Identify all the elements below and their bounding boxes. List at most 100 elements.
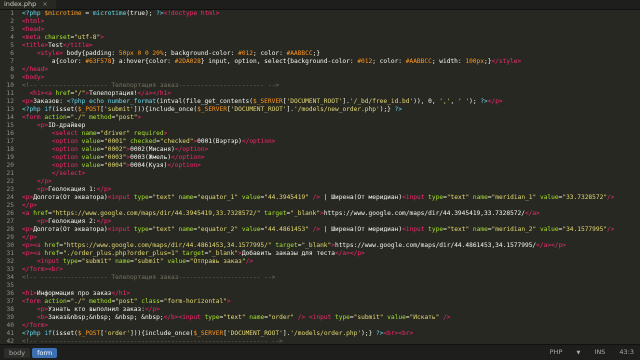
code-token: value bbox=[81, 146, 101, 153]
breadcrumb-form[interactable]: form bbox=[32, 348, 58, 358]
code-token: (isset( bbox=[51, 330, 78, 337]
code-token: type bbox=[335, 314, 350, 321]
code-line[interactable]: 5 <title>Test</title> bbox=[0, 42, 640, 50]
code-line[interactable]: 11 <h1><a href="/">Телепортация!</a></h1… bbox=[0, 90, 640, 98]
line-number: 34 bbox=[6, 274, 14, 281]
code-token: <!-- ------------------ Телепортация зак… bbox=[22, 274, 276, 281]
breadcrumb-body[interactable]: body bbox=[4, 348, 31, 358]
code-token: > bbox=[137, 114, 142, 121]
code-text: <h1><a href="/">Телепортация!</a></h1> bbox=[22, 90, 171, 97]
code-line[interactable]: 3 <head> bbox=[0, 26, 640, 34]
code-token: "post" bbox=[115, 114, 138, 121]
code-line[interactable]: 22 </p> bbox=[0, 178, 640, 186]
line-number: 33 bbox=[6, 266, 14, 273]
code-editor[interactable]: 1 <?php $microtime = microtime(true); ?><… bbox=[0, 10, 640, 344]
close-icon[interactable]: × bbox=[42, 0, 47, 8]
code-text: <head> bbox=[22, 26, 44, 33]
code-line[interactable]: 2 <html> bbox=[0, 18, 640, 26]
code-token: required bbox=[130, 130, 164, 137]
code-token: 0004(Кузя) bbox=[130, 162, 168, 169]
code-line[interactable]: 28 <p>Долгота(От экватора)<input type="te… bbox=[0, 226, 640, 234]
code-line[interactable]: 12 <p>Заказов: <?php echo number_format(i… bbox=[0, 98, 640, 106]
code-token: 0001(Вэртэр) bbox=[197, 138, 242, 145]
code-line[interactable]: 34 <!-- ------------------ Телепортация з… bbox=[0, 274, 640, 282]
code-line[interactable]: 27 <p>Геолокация 2:</p> bbox=[0, 218, 640, 226]
code-token: "0002" bbox=[104, 146, 127, 153]
code-token: value bbox=[383, 314, 406, 321]
code-token: '/_bd/free_id.bd' bbox=[349, 98, 414, 105]
line-number: 41 bbox=[6, 330, 14, 337]
code-line[interactable]: 30 <p><a href="https://www.google.com/map… bbox=[0, 242, 640, 250]
code-token: microtime bbox=[92, 10, 127, 17]
code-token: <h1><a bbox=[29, 90, 56, 97]
code-line[interactable]: 33 </form><br> bbox=[0, 266, 640, 274]
code-line[interactable]: 18 <option value="0002">0002(Мисаня)</op… bbox=[0, 146, 640, 154]
tab-label: index.php bbox=[4, 0, 37, 8]
code-token: | Ширена(От меридиан) bbox=[320, 194, 403, 201]
code-token: Заказов: bbox=[33, 98, 67, 105]
language-selector[interactable]: PHP ▼ bbox=[538, 348, 581, 356]
code-token: <style> bbox=[36, 50, 63, 57]
code-token: "/" bbox=[74, 90, 86, 97]
code-token: <html> bbox=[22, 18, 45, 25]
code-token: "_blank" bbox=[208, 250, 239, 257]
code-token: ?> bbox=[156, 10, 164, 17]
code-line[interactable]: 10 <!-- ------------------ Телепортация з… bbox=[0, 82, 640, 90]
code-line[interactable]: 31 <p><a href="./order_plus.php?order_plu… bbox=[0, 250, 640, 258]
code-token: $_POST bbox=[77, 106, 101, 113]
code-token: <!doctype html> bbox=[163, 10, 220, 17]
code-line[interactable]: 1 <?php $microtime = microtime(true); ?><… bbox=[0, 10, 640, 18]
code-line[interactable]: 13 <?php if(isset($_POST['submit'])){incl… bbox=[0, 106, 640, 114]
insert-mode[interactable]: INS bbox=[594, 348, 605, 356]
code-line[interactable]: 4 <meta charset="utf-8"> bbox=[0, 34, 640, 42]
code-token: <?php if bbox=[22, 330, 52, 337]
code-line[interactable]: 21 </select> bbox=[0, 170, 640, 178]
code-line[interactable]: 17 <option value="0001" checked="checked… bbox=[0, 138, 640, 146]
code-line[interactable]: 8 </head> bbox=[0, 66, 640, 74]
code-line[interactable]: 37 <form action="./" method="post" class=… bbox=[0, 298, 640, 306]
code-line[interactable]: 20 <option value="0004">0004(Кузя)</opti… bbox=[0, 162, 640, 170]
code-token: type bbox=[133, 194, 149, 201]
code-line[interactable]: 24 <p>Долгота(От экватора)<input type="te… bbox=[0, 194, 640, 202]
line-number: 31 bbox=[6, 250, 14, 257]
code-token: </form> bbox=[22, 266, 49, 273]
code-line[interactable]: 25 </p> bbox=[0, 202, 640, 210]
code-token: </style> bbox=[491, 58, 522, 65]
code-line[interactable]: 39 <b>Заказ&nbsp;&nbsp; &nbsp; &nbsp;</b… bbox=[0, 314, 640, 322]
code-line[interactable]: 7 a{color: #63F578} a:hover{color: #2DA0… bbox=[0, 58, 640, 66]
code-line[interactable]: 6 <style> body{padding: 50px 0 0 20%; ba… bbox=[0, 50, 640, 58]
code-token: a{color: bbox=[22, 58, 86, 65]
code-line[interactable]: 16 <select name="driver" required> bbox=[0, 130, 640, 138]
code-line[interactable]: 40 </form> bbox=[0, 322, 640, 330]
code-token: <?php echo number_format bbox=[66, 98, 157, 105]
code-line[interactable]: 36 <h1>Информация про заказ</h1> bbox=[0, 290, 640, 298]
code-token: <input bbox=[107, 194, 134, 201]
code-line[interactable]: 41 <?php if(isset($_POST['order'])){inclu… bbox=[0, 330, 640, 338]
line-number: 25 bbox=[6, 202, 14, 209]
code-line[interactable]: 35 bbox=[0, 282, 640, 290]
tab-index-php[interactable]: index.php × bbox=[0, 0, 56, 9]
code-token: Геолокация 2: bbox=[48, 218, 97, 225]
code-token: ',' bbox=[439, 98, 451, 105]
breadcrumb: body form bbox=[4, 348, 59, 358]
code-line[interactable]: 23 <p>Геолокация 1:</p> bbox=[0, 186, 640, 194]
line-number: 10 bbox=[6, 82, 14, 89]
code-line[interactable]: 14 <form action="./" method="post"> bbox=[0, 114, 640, 122]
line-number: 1 bbox=[10, 10, 14, 17]
code-line[interactable]: 26 <a href="https://www.google.com/maps/d… bbox=[0, 210, 640, 218]
code-line[interactable]: 9 <body> bbox=[0, 74, 640, 82]
code-line[interactable]: 19 <option value="0003">0003(Жмель)</opt… bbox=[0, 154, 640, 162]
code-token: "post" bbox=[115, 298, 138, 305]
cursor-position: 43:3 bbox=[619, 348, 634, 356]
code-token: "34.1577995" bbox=[562, 226, 608, 233]
code-token: name bbox=[174, 194, 194, 201]
code-token: </option> bbox=[171, 154, 205, 161]
code-line[interactable]: 32 <input type="submit" name="submit" va… bbox=[0, 258, 640, 266]
line-number: 23 bbox=[6, 186, 14, 193]
code-line[interactable]: 38 <p>Узнать кто выполнил заказ:</p> bbox=[0, 306, 640, 314]
code-line[interactable]: 15 <p>ID-драйвер bbox=[0, 122, 640, 130]
code-line[interactable]: 29 </p> bbox=[0, 234, 640, 242]
code-token: "0004" bbox=[104, 162, 127, 169]
code-token: '/models/order.php' bbox=[290, 330, 362, 337]
